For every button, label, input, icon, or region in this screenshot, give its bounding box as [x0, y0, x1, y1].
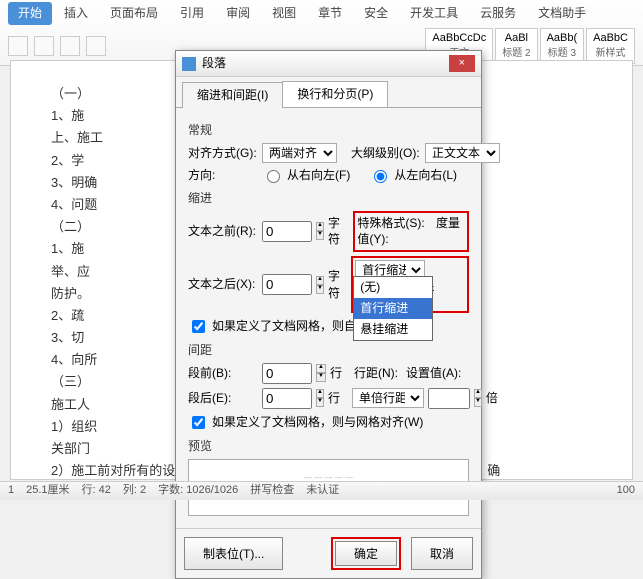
dropdown-option-hang[interactable]: 悬挂缩进: [354, 319, 432, 340]
ribbon-tab[interactable]: 引用: [170, 2, 214, 25]
cancel-button[interactable]: 取消: [411, 537, 473, 570]
tabstops-button[interactable]: 制表位(T)...: [184, 537, 283, 570]
line-spacing-label: 行距(N):: [354, 365, 402, 382]
ribbon-tab[interactable]: 开发工具: [400, 2, 468, 25]
section-spacing: 间距: [188, 342, 469, 359]
spinner[interactable]: ▲▼: [316, 389, 324, 407]
align-label: 对齐方式(G):: [188, 145, 258, 162]
space-before-input[interactable]: [262, 363, 312, 384]
spinner[interactable]: ▲▼: [316, 276, 324, 294]
outline-select[interactable]: 正文文本: [425, 143, 500, 163]
status-page: 1: [8, 483, 14, 498]
section-preview: 预览: [188, 438, 469, 455]
space-after-label: 段后(E):: [188, 390, 258, 407]
tab-indent-spacing[interactable]: 缩进和间距(I): [182, 82, 283, 108]
style-item[interactable]: AaBb(标题 3: [540, 28, 585, 63]
style-item[interactable]: AaBbC新样式: [586, 28, 635, 63]
spinner[interactable]: ▲▼: [474, 389, 482, 407]
font-size-button[interactable]: [60, 36, 80, 56]
set-value-label: 设置值(A):: [406, 365, 461, 382]
ribbon-tab[interactable]: 插入: [54, 2, 98, 25]
space-before-label: 段前(B):: [188, 365, 258, 382]
dialog-icon: [182, 57, 196, 71]
special-label: 特殊格式(S):: [357, 216, 424, 230]
special-dropdown: (无) 首行缩进 悬挂缩进: [353, 276, 433, 340]
space-after-input[interactable]: [262, 388, 312, 409]
ribbon-tab[interactable]: 审阅: [216, 2, 260, 25]
rtl-radio[interactable]: [267, 170, 280, 183]
spinner[interactable]: ▲▼: [316, 364, 326, 382]
dropdown-option-first[interactable]: 首行缩进: [354, 298, 432, 319]
ribbon-tabs: 开始插入页面布局引用审阅视图章节安全开发工具云服务文档助手: [0, 0, 643, 27]
text-after-input[interactable]: [262, 274, 312, 295]
text-after-label: 文本之后(X):: [188, 276, 258, 293]
ok-button[interactable]: 确定: [335, 541, 397, 566]
text-before-label: 文本之前(R):: [188, 223, 258, 240]
dialog-title: 段落: [202, 55, 226, 72]
status-column: 列: 2: [123, 483, 146, 498]
tab-line-break[interactable]: 换行和分页(P): [282, 81, 388, 107]
direction-label: 方向:: [188, 167, 258, 184]
style-item[interactable]: AaBl标题 2: [495, 28, 537, 63]
status-spellcheck[interactable]: 拼写检查: [250, 483, 294, 498]
ribbon-tab[interactable]: 章节: [308, 2, 352, 25]
ribbon-tab[interactable]: 开始: [8, 2, 52, 25]
outline-label: 大纲级别(O):: [351, 145, 421, 162]
text-before-input[interactable]: [262, 221, 312, 242]
dialog-tabs: 缩进和间距(I) 换行和分页(P): [176, 77, 481, 107]
ribbon-tab[interactable]: 视图: [262, 2, 306, 25]
status-zoom[interactable]: 100: [617, 483, 635, 498]
italic-button[interactable]: [34, 36, 54, 56]
dialog-body: 常规 对齐方式(G): 两端对齐 大纲级别(O): 正文文本 方向: 从右向左(…: [176, 107, 481, 528]
ribbon-tab[interactable]: 云服务: [470, 2, 526, 25]
list-button[interactable]: [86, 36, 106, 56]
close-button[interactable]: ×: [449, 55, 475, 72]
dialog-buttons: 制表位(T)... 确定 取消: [176, 528, 481, 578]
section-indent: 缩进: [188, 190, 469, 207]
ribbon-tab[interactable]: 文档助手: [528, 2, 596, 25]
dialog-titlebar: 段落 ×: [176, 51, 481, 77]
spacing-grid-checkbox[interactable]: [192, 416, 205, 429]
status-words: 字数: 1026/1026: [158, 483, 238, 498]
ribbon-tab[interactable]: 安全: [354, 2, 398, 25]
status-line: 行: 42: [82, 483, 111, 498]
bold-button[interactable]: [8, 36, 28, 56]
set-value-input[interactable]: [428, 388, 470, 409]
section-general: 常规: [188, 122, 469, 139]
indent-grid-checkbox[interactable]: [192, 320, 205, 333]
status-bar: 1 25.1厘米 行: 42 列: 2 字数: 1026/1026 拼写检查 未…: [0, 481, 643, 500]
ltr-radio[interactable]: [374, 170, 387, 183]
status-auth[interactable]: 未认证: [306, 483, 339, 498]
line-spacing-select[interactable]: 单倍行距: [352, 388, 424, 408]
ribbon-tab[interactable]: 页面布局: [100, 2, 168, 25]
status-position: 25.1厘米: [26, 483, 69, 498]
spinner[interactable]: ▲▼: [316, 222, 324, 240]
dropdown-option-none[interactable]: (无): [354, 277, 432, 298]
align-select[interactable]: 两端对齐: [262, 143, 337, 163]
